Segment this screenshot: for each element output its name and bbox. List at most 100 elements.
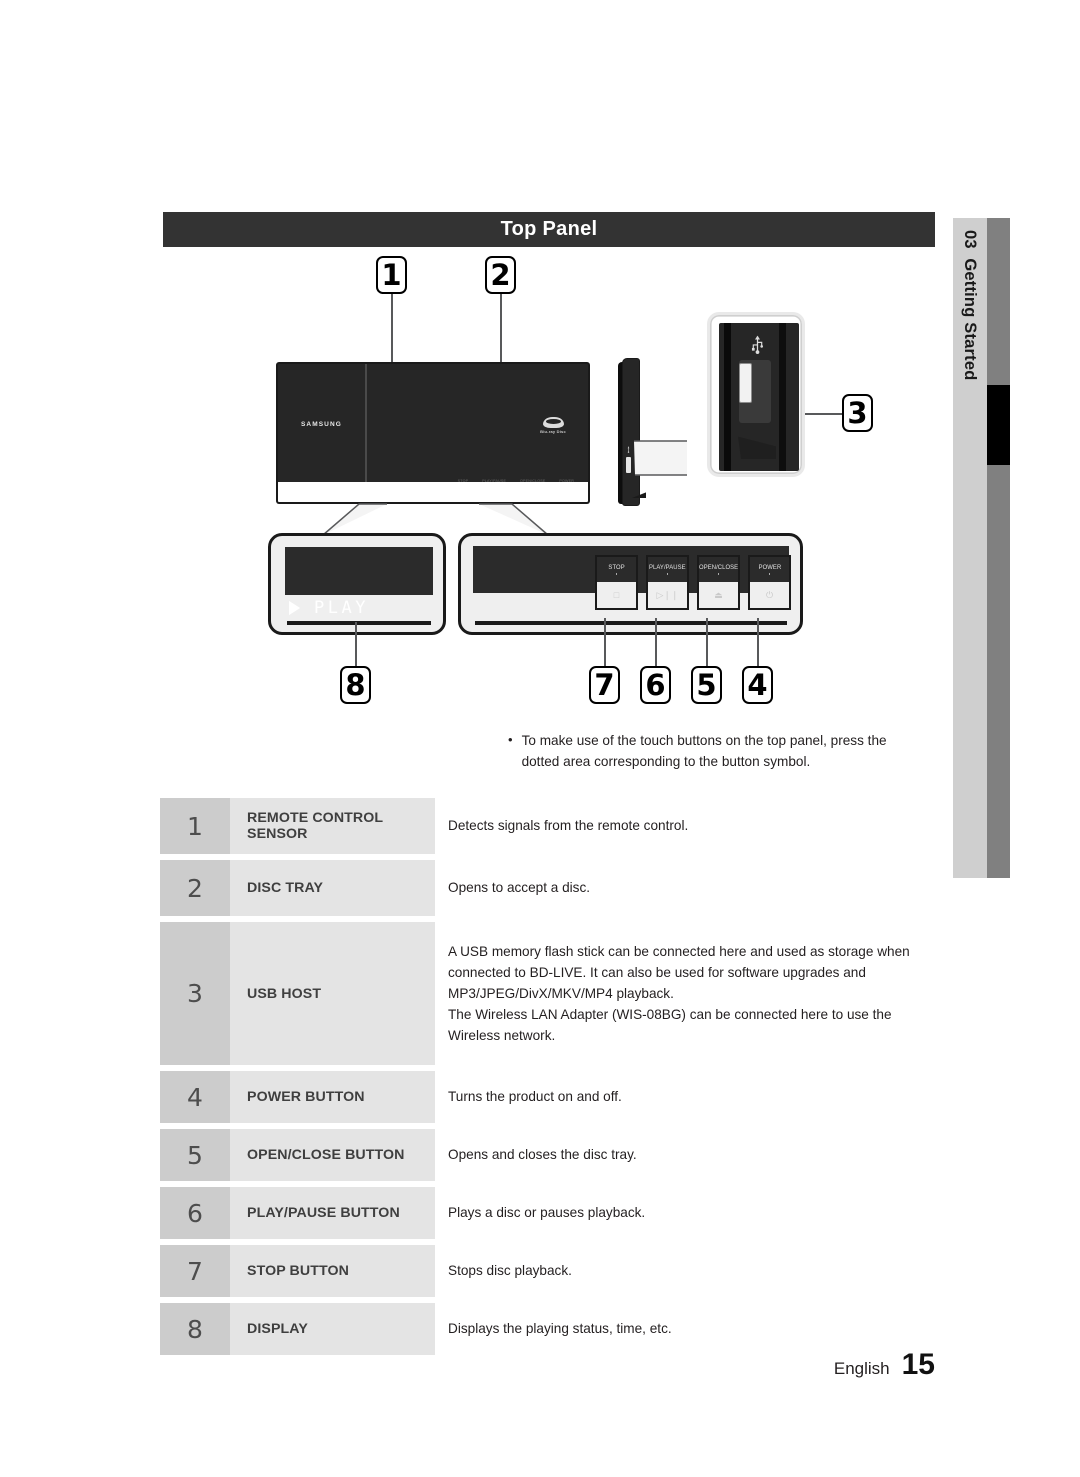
touch-dot-icon	[666, 573, 669, 575]
page-footer: English 15	[834, 1348, 935, 1382]
touch-button-play-pause-symbol: ▷❘❘	[648, 582, 687, 608]
touch-button-stop-symbol: □	[597, 582, 636, 608]
display-touch-strip	[287, 621, 431, 625]
row-name: POWER BUTTON	[230, 1071, 435, 1123]
touch-strip-line	[475, 621, 787, 625]
callout-badge-2: 2	[485, 256, 516, 294]
chapter-tab-text: 03 Getting Started	[953, 218, 987, 381]
usb-port-magnified-inset	[707, 312, 805, 477]
device-front-strip	[276, 482, 590, 504]
callout-badge-5: 5	[691, 666, 722, 704]
row-description: Turns the product on and off.	[435, 1071, 935, 1123]
chapter-bar-active-marker	[987, 385, 1010, 465]
bluray-disc-logo: Blu-ray Disc	[540, 414, 566, 436]
touch-button-stop-label: STOP	[608, 564, 625, 572]
device-side-view	[618, 358, 646, 506]
bluray-logo-text: Blu-ray Disc	[540, 428, 566, 434]
display-screen	[285, 547, 433, 595]
row-name: REMOTE CONTROL SENSOR	[230, 798, 435, 854]
touch-button-stop[interactable]: STOP □	[595, 555, 638, 610]
row-description: Opens to accept a disc.	[435, 860, 935, 916]
row-description: Opens and closes the disc tray.	[435, 1129, 935, 1181]
table-row: 3 USB HOST A USB memory flash stick can …	[160, 922, 935, 1065]
row-number: 4	[160, 1071, 230, 1123]
side-usb-slot	[626, 457, 631, 473]
table-row: 1 REMOTE CONTROL SENSOR Detects signals …	[160, 798, 935, 854]
touch-button-power-symbol: ⏻	[750, 582, 789, 608]
usb-port-slot	[739, 363, 752, 403]
leader-line-4	[757, 618, 759, 666]
touch-dot-icon	[717, 573, 720, 575]
usb-inset-edge-right	[779, 323, 786, 471]
row-number: 8	[160, 1303, 230, 1355]
callout-badge-8: 8	[340, 666, 371, 704]
usage-note-text: To make use of the touch buttons on the …	[521, 733, 887, 770]
callout-badge-7: 7	[589, 666, 620, 704]
usb-glyph-small	[627, 446, 630, 453]
usb-inset-bevel	[738, 436, 776, 459]
touch-button-open-close-symbol: ⏏	[699, 582, 738, 608]
footer-language: English	[833, 1359, 890, 1378]
table-row: 7 STOP BUTTON Stops disc playback.	[160, 1245, 935, 1297]
touch-buttons-magnified-inset: STOP □ PLAY/PAUSE ▷❘❘ OPEN/CLOSE ⏏ POWER…	[458, 533, 803, 635]
chapter-label: Getting Started	[961, 258, 979, 381]
page-title: Top Panel	[500, 218, 598, 240]
touch-button-open-close-labelarea: OPEN/CLOSE	[699, 557, 738, 582]
leader-line-8	[355, 622, 357, 666]
table-row: 4 POWER BUTTON Turns the product on and …	[160, 1071, 935, 1123]
touch-button-play-pause-labelarea: PLAY/PAUSE	[648, 557, 687, 582]
row-number: 2	[160, 860, 230, 916]
row-number: 1	[160, 798, 230, 854]
display-magnified-inset: PLAY	[268, 533, 446, 635]
display-status-text: PLAY	[314, 598, 369, 618]
touch-button-power-label: POWER	[758, 564, 781, 572]
touch-dot-icon	[615, 573, 618, 575]
footer-page-number: 15	[901, 1348, 935, 1381]
usb-icon	[749, 334, 766, 358]
disc-tray-seam	[365, 364, 367, 492]
callout-badge-3: 3	[842, 394, 873, 432]
display-status-row: PLAY	[285, 595, 433, 621]
bullet-icon: •	[508, 732, 513, 747]
usb-inset-body	[719, 323, 799, 471]
touch-button-power[interactable]: POWER ⏻	[748, 555, 791, 610]
usb-inset-edge-left	[724, 323, 731, 471]
touch-dot-icon	[768, 573, 771, 575]
play-triangle-icon	[289, 601, 300, 615]
row-name: PLAY/PAUSE BUTTON	[230, 1187, 435, 1239]
top-panel-illustration: 1 2 3 SAMSUNG Blu-ray Disc STOP PLAY/PAU…	[163, 250, 953, 720]
callout-badge-6: 6	[640, 666, 671, 704]
chapter-number: 03	[961, 230, 979, 249]
touch-button-power-labelarea: POWER	[750, 557, 789, 582]
row-description: A USB memory flash stick can be connecte…	[435, 922, 935, 1065]
callout-badge-1: 1	[376, 256, 407, 294]
row-description: Detects signals from the remote control.	[435, 798, 935, 854]
section-header: Top Panel	[163, 212, 935, 247]
leader-line-7	[604, 618, 606, 666]
touch-button-open-close-label: OPEN/CLOSE	[698, 564, 739, 572]
callout-badge-4: 4	[742, 666, 773, 704]
device-side-panel	[622, 358, 640, 506]
row-number: 5	[160, 1129, 230, 1181]
bluray-mark-icon	[542, 416, 564, 428]
inset-leader-lines	[322, 503, 549, 536]
top-panel-spec-table: 1 REMOTE CONTROL SENSOR Detects signals …	[160, 798, 935, 1361]
touch-button-play-pause-label: PLAY/PAUSE	[649, 564, 686, 572]
row-number: 6	[160, 1187, 230, 1239]
row-name: DISC TRAY	[230, 860, 435, 916]
manual-page: 03 Getting Started Top Panel 1 2 3 SAMSU…	[0, 0, 1080, 1477]
chapter-tab: 03 Getting Started	[953, 218, 987, 878]
row-description: Stops disc playback.	[435, 1245, 935, 1297]
table-row: 6 PLAY/PAUSE BUTTON Plays a disc or paus…	[160, 1187, 935, 1239]
row-name: USB HOST	[230, 922, 435, 1065]
side-usb-icon	[626, 446, 631, 453]
touch-button-play-pause[interactable]: PLAY/PAUSE ▷❘❘	[646, 555, 689, 610]
row-number: 3	[160, 922, 230, 1065]
touch-button-open-close[interactable]: OPEN/CLOSE ⏏	[697, 555, 740, 610]
row-number: 7	[160, 1245, 230, 1297]
leader-line-6	[655, 618, 657, 666]
brand-logo: SAMSUNG	[301, 421, 342, 428]
row-description: Plays a disc or pauses playback.	[435, 1187, 935, 1239]
row-name: STOP BUTTON	[230, 1245, 435, 1297]
touch-button-stop-labelarea: STOP	[597, 557, 636, 582]
